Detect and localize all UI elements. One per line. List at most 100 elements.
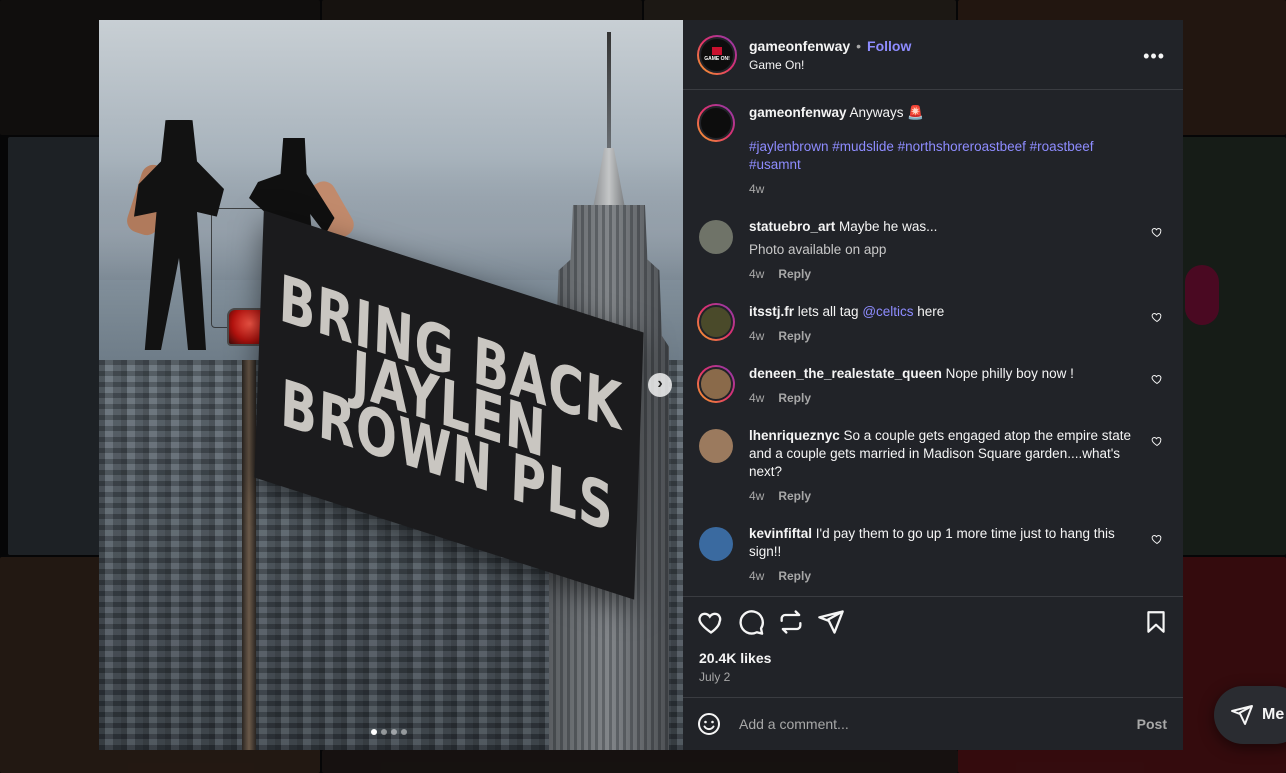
carousel-dot — [401, 729, 407, 735]
separator-dot: • — [856, 37, 862, 54]
comment-meta: 4w Reply — [749, 389, 1139, 407]
comment-input[interactable] — [739, 716, 1137, 732]
share-button[interactable] — [817, 608, 845, 636]
carousel-dot — [381, 729, 387, 735]
logo-mark — [712, 47, 722, 55]
comment-text: here — [913, 304, 945, 319]
reply-button[interactable]: Reply — [778, 265, 811, 283]
commenter-avatar[interactable] — [699, 220, 733, 254]
gameon-logo: GAME ON! — [699, 36, 735, 73]
avatar-image — [699, 367, 733, 401]
comment-time[interactable]: 4w — [749, 487, 764, 505]
comment-time[interactable]: 4w — [749, 389, 764, 407]
commenter-avatar[interactable] — [697, 303, 735, 341]
post-comment-button[interactable]: Post — [1137, 716, 1167, 732]
caption-meta: 4w — [749, 180, 1139, 198]
caption-avatar[interactable] — [697, 104, 735, 142]
comment-text: Maybe he was... — [835, 219, 938, 234]
commenter-username[interactable]: itsstj.fr — [749, 304, 794, 319]
post-actions — [683, 596, 1183, 646]
comment-body: deneen_the_realestate_queen Nope philly … — [749, 365, 1139, 407]
comment-meta: 4w Reply — [749, 265, 1139, 283]
likes-count[interactable]: 20.4K likes — [699, 650, 771, 666]
repost-button[interactable] — [777, 608, 805, 636]
header-text: gameonfenway • Follow Game On! — [749, 38, 911, 72]
comment-body: statuebro_art Maybe he was... Photo avai… — [749, 218, 1139, 283]
comment-composer: Post — [683, 697, 1183, 750]
mention-link[interactable]: @celtics — [862, 304, 913, 319]
post-details-panel: GAME ON! gameonfenway • Follow Game On! … — [683, 20, 1183, 750]
header-top-row: gameonfenway • Follow — [749, 38, 911, 54]
save-button[interactable] — [1143, 609, 1169, 635]
comment-body: kevinfiftal I'd pay them to go up 1 more… — [749, 525, 1139, 585]
messages-label: Me — [1262, 706, 1285, 723]
author-avatar[interactable]: GAME ON! — [697, 34, 737, 75]
follow-button[interactable]: Follow — [867, 38, 911, 54]
caption-text: Anyways 🚨 — [846, 105, 925, 120]
post-caption: gameonfenway Anyways 🚨 #jaylenbrown #mud… — [697, 104, 1169, 198]
post-media[interactable]: BRING BACK JAYLEN BROWN PLS › — [99, 20, 683, 750]
comment-item: statuebro_art Maybe he was... Photo avai… — [697, 218, 1169, 283]
comment-item: kevinfiftal I'd pay them to go up 1 more… — [697, 525, 1169, 585]
repost-icon — [780, 609, 802, 634]
carousel-indicator — [371, 729, 407, 735]
post-date[interactable]: July 2 — [699, 670, 730, 684]
comment-photo-note: Photo available on app — [749, 242, 887, 257]
comment-meta: 4w Reply — [749, 487, 1139, 505]
comment-time[interactable]: 4w — [749, 567, 764, 585]
comment-button[interactable] — [737, 608, 765, 636]
heart-icon[interactable] — [1151, 533, 1163, 545]
emoji-icon[interactable] — [697, 712, 721, 736]
commenter-avatar[interactable] — [699, 429, 733, 463]
reply-button[interactable]: Reply — [778, 487, 811, 505]
commenter-username[interactable]: deneen_the_realestate_queen — [749, 366, 942, 381]
comment-body: itsstj.fr lets all tag @celtics here 4w … — [749, 303, 1139, 345]
avatar-image — [699, 305, 733, 339]
gameon-logo — [699, 106, 733, 140]
comment-item: itsstj.fr lets all tag @celtics here 4w … — [697, 303, 1169, 345]
reply-button[interactable]: Reply — [778, 389, 811, 407]
logo-text: GAME ON! — [704, 56, 730, 62]
messages-button[interactable]: Me — [1214, 686, 1286, 744]
comments-list[interactable]: gameonfenway Anyways 🚨 #jaylenbrown #mud… — [683, 90, 1183, 596]
carousel-dot — [371, 729, 377, 735]
commenter-username[interactable]: statuebro_art — [749, 219, 835, 234]
caption-username[interactable]: gameonfenway — [749, 105, 847, 120]
post-modal: BRING BACK JAYLEN BROWN PLS › GAME ON! g… — [99, 20, 1183, 750]
caption-hashtags[interactable]: #jaylenbrown #mudslide #northshoreroastb… — [749, 138, 1139, 174]
commenter-avatar[interactable] — [697, 365, 735, 403]
more-options-button[interactable]: ••• — [1143, 46, 1165, 67]
chevron-right-icon: › — [657, 375, 663, 392]
comment-body: lhenriqueznyc So a couple gets engaged a… — [749, 427, 1139, 505]
author-username[interactable]: gameonfenway — [749, 38, 850, 54]
send-icon — [1231, 705, 1253, 725]
carousel-dot — [391, 729, 397, 735]
comment-item: deneen_the_realestate_queen Nope philly … — [697, 365, 1169, 407]
post-header: GAME ON! gameonfenway • Follow Game On! … — [683, 20, 1183, 90]
comment-time[interactable]: 4w — [749, 327, 764, 345]
commenter-username[interactable]: lhenriqueznyc — [749, 428, 840, 443]
reply-button[interactable]: Reply — [778, 567, 811, 585]
comment-time[interactable]: 4w — [749, 265, 764, 283]
heart-icon[interactable] — [1151, 311, 1163, 323]
comment-text: Nope philly boy now ! — [941, 366, 1074, 381]
like-button[interactable] — [697, 608, 725, 636]
heart-icon[interactable] — [1151, 435, 1163, 447]
heart-icon[interactable] — [1151, 226, 1163, 238]
commenter-avatar[interactable] — [699, 527, 733, 561]
more-icon: ••• — [1143, 46, 1165, 66]
commenter-username[interactable]: kevinfiftal — [749, 526, 812, 541]
comment-text: lets all tag — [794, 304, 863, 319]
comment-icon — [739, 609, 764, 635]
author-subtitle[interactable]: Game On! — [749, 58, 911, 72]
photo-empire-state-spire — [607, 32, 611, 152]
heart-icon[interactable] — [1151, 373, 1163, 385]
comment-meta: 4w Reply — [749, 327, 1139, 345]
heart-icon — [698, 612, 722, 634]
next-slide-button[interactable]: › — [648, 373, 672, 397]
reply-button[interactable]: Reply — [778, 327, 811, 345]
caption-time[interactable]: 4w — [749, 180, 764, 198]
comment-meta: 4w Reply — [749, 567, 1139, 585]
photo-antenna-pole — [242, 360, 256, 750]
comment-item: lhenriqueznyc So a couple gets engaged a… — [697, 427, 1169, 505]
